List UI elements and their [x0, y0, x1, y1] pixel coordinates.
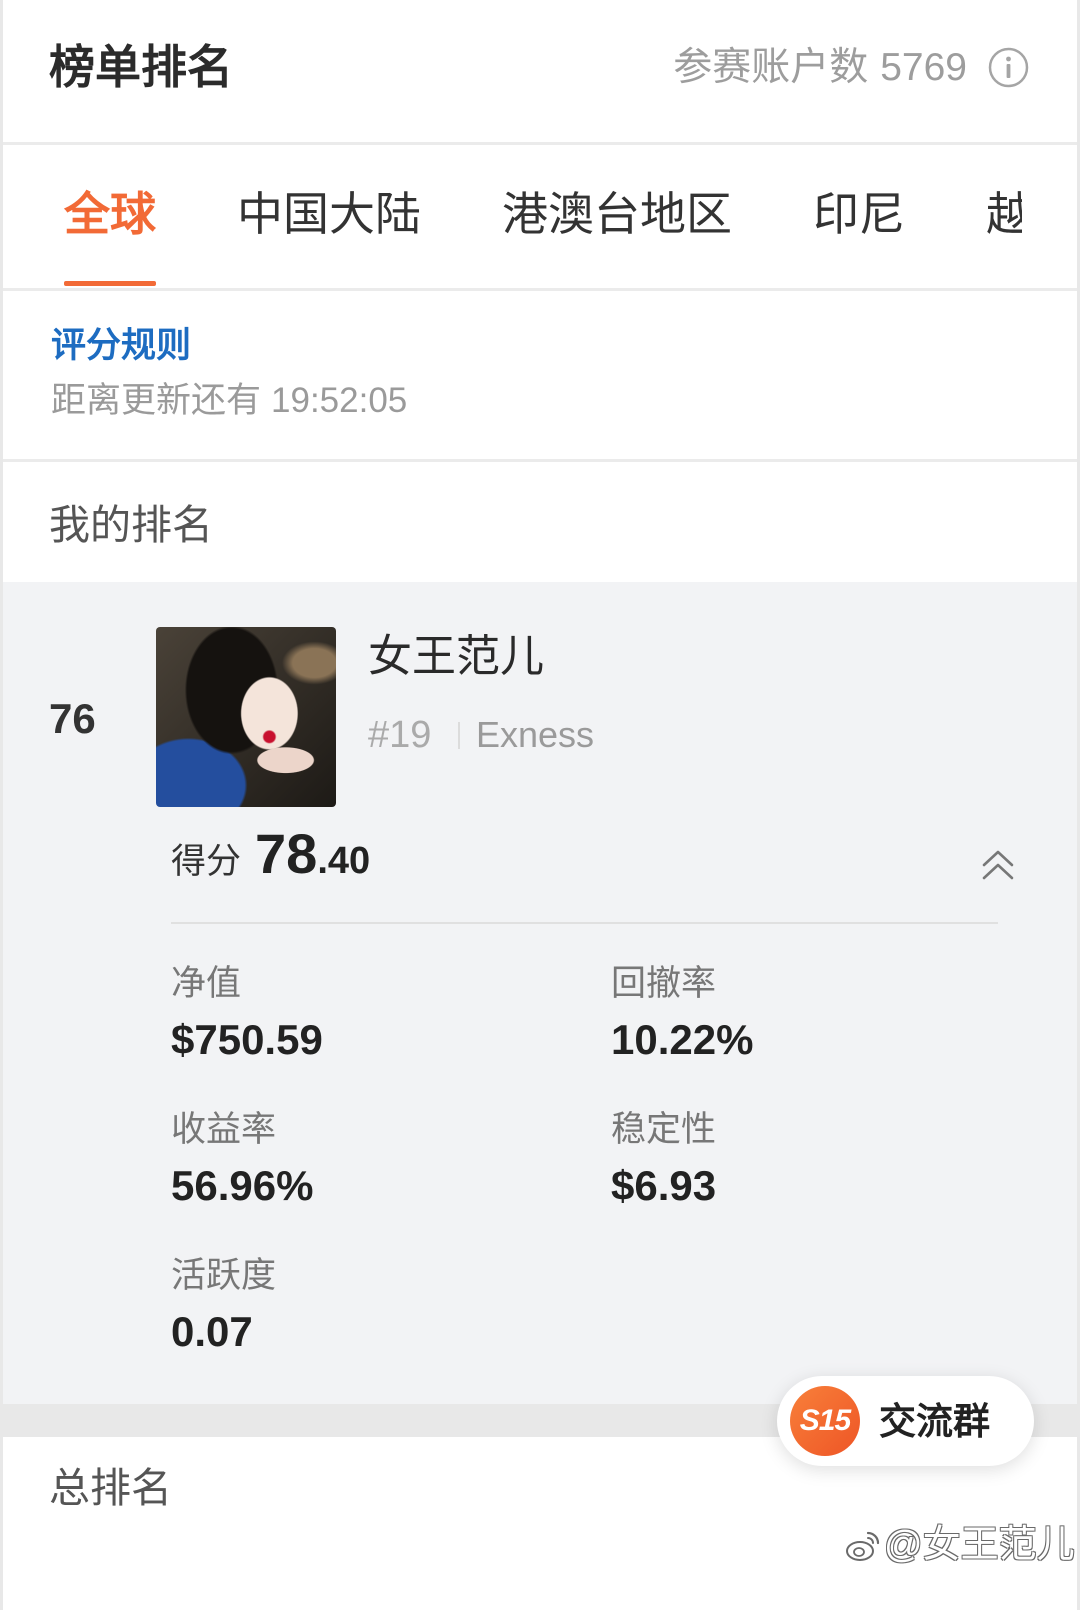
metric-label-equity: 净值 — [171, 964, 242, 1003]
metric-label-stability: 稳定性 — [611, 1110, 717, 1149]
weibo-icon — [846, 1531, 880, 1561]
tab-label: 港澳台地区 — [502, 188, 732, 240]
rules-divider — [0, 459, 1080, 462]
user-name: 女王范儿 — [368, 632, 544, 681]
tab-label: 中国大陆 — [237, 188, 421, 240]
metric-value-equity: $750.59 — [171, 1016, 323, 1063]
countdown-value: 19:52:05 — [271, 381, 408, 420]
tab-vietnam[interactable]: 越 — [986, 191, 1022, 237]
score-divider — [171, 922, 998, 924]
tab-label: 印尼 — [813, 188, 905, 240]
metric-value-activity: 0.07 — [171, 1308, 253, 1355]
region-tabs: 全球 中国大陆 港澳台地区 印尼 越 — [0, 145, 1022, 288]
countdown-label: 距离更新还有 — [51, 381, 262, 420]
participants-label: 参赛账户数 — [673, 46, 869, 89]
score-row: 得分 78 .40 — [171, 826, 370, 882]
metric-value-drawdown: 10.22% — [611, 1016, 754, 1063]
score-decimal: .40 — [317, 840, 371, 882]
score-label: 得分 — [171, 842, 242, 881]
info-circle-icon[interactable] — [988, 47, 1029, 88]
leaderboard-page: 榜单排名 参赛账户数 5769 全球 中国大陆 港澳台地区 印尼 越 评分规则 距… — [0, 0, 1080, 1610]
page-title: 榜单排名 — [49, 41, 233, 93]
watermark-text: @女王范儿 — [884, 1524, 1075, 1566]
tab-hk-macau-taiwan[interactable]: 港澳台地区 — [502, 191, 732, 237]
account-divider — [458, 722, 460, 749]
avatar[interactable] — [156, 627, 336, 807]
update-countdown: 距离更新还有 19:52:05 — [51, 383, 407, 418]
tab-label: 全球 — [64, 188, 156, 240]
s15-badge: S15 — [790, 1386, 860, 1456]
page-border-left — [0, 0, 3, 1610]
tab-label: 越 — [986, 188, 1022, 240]
metric-value-return: 56.96% — [171, 1162, 314, 1209]
participants-count: 参赛账户数 5769 — [673, 48, 967, 87]
tabs-divider — [0, 288, 1080, 291]
total-rank-title: 总排名 — [49, 1465, 172, 1511]
tab-mainland-china[interactable]: 中国大陆 — [237, 191, 421, 237]
chevron-double-up-icon[interactable] — [980, 848, 1016, 882]
metric-label-activity: 活跃度 — [171, 1256, 277, 1295]
metric-value-stability: $6.93 — [611, 1162, 717, 1209]
my-rank-title: 我的排名 — [49, 502, 213, 548]
account-number: #19 — [368, 714, 432, 756]
metric-label-return: 收益率 — [171, 1110, 277, 1149]
scoring-rules-link[interactable]: 评分规则 — [51, 328, 191, 363]
score-integer: 78 — [255, 822, 318, 885]
tab-global[interactable]: 全球 — [64, 188, 156, 286]
broker-name: Exness — [476, 714, 595, 755]
participants-number: 5769 — [880, 46, 967, 89]
tab-indonesia[interactable]: 印尼 — [813, 191, 905, 237]
metric-label-drawdown: 回撤率 — [611, 964, 717, 1003]
rank-number: 76 — [49, 695, 96, 742]
chat-group-button[interactable]: S15 交流群 — [777, 1376, 1034, 1466]
active-tab-indicator — [64, 281, 156, 286]
chat-group-label: 交流群 — [879, 1400, 990, 1442]
